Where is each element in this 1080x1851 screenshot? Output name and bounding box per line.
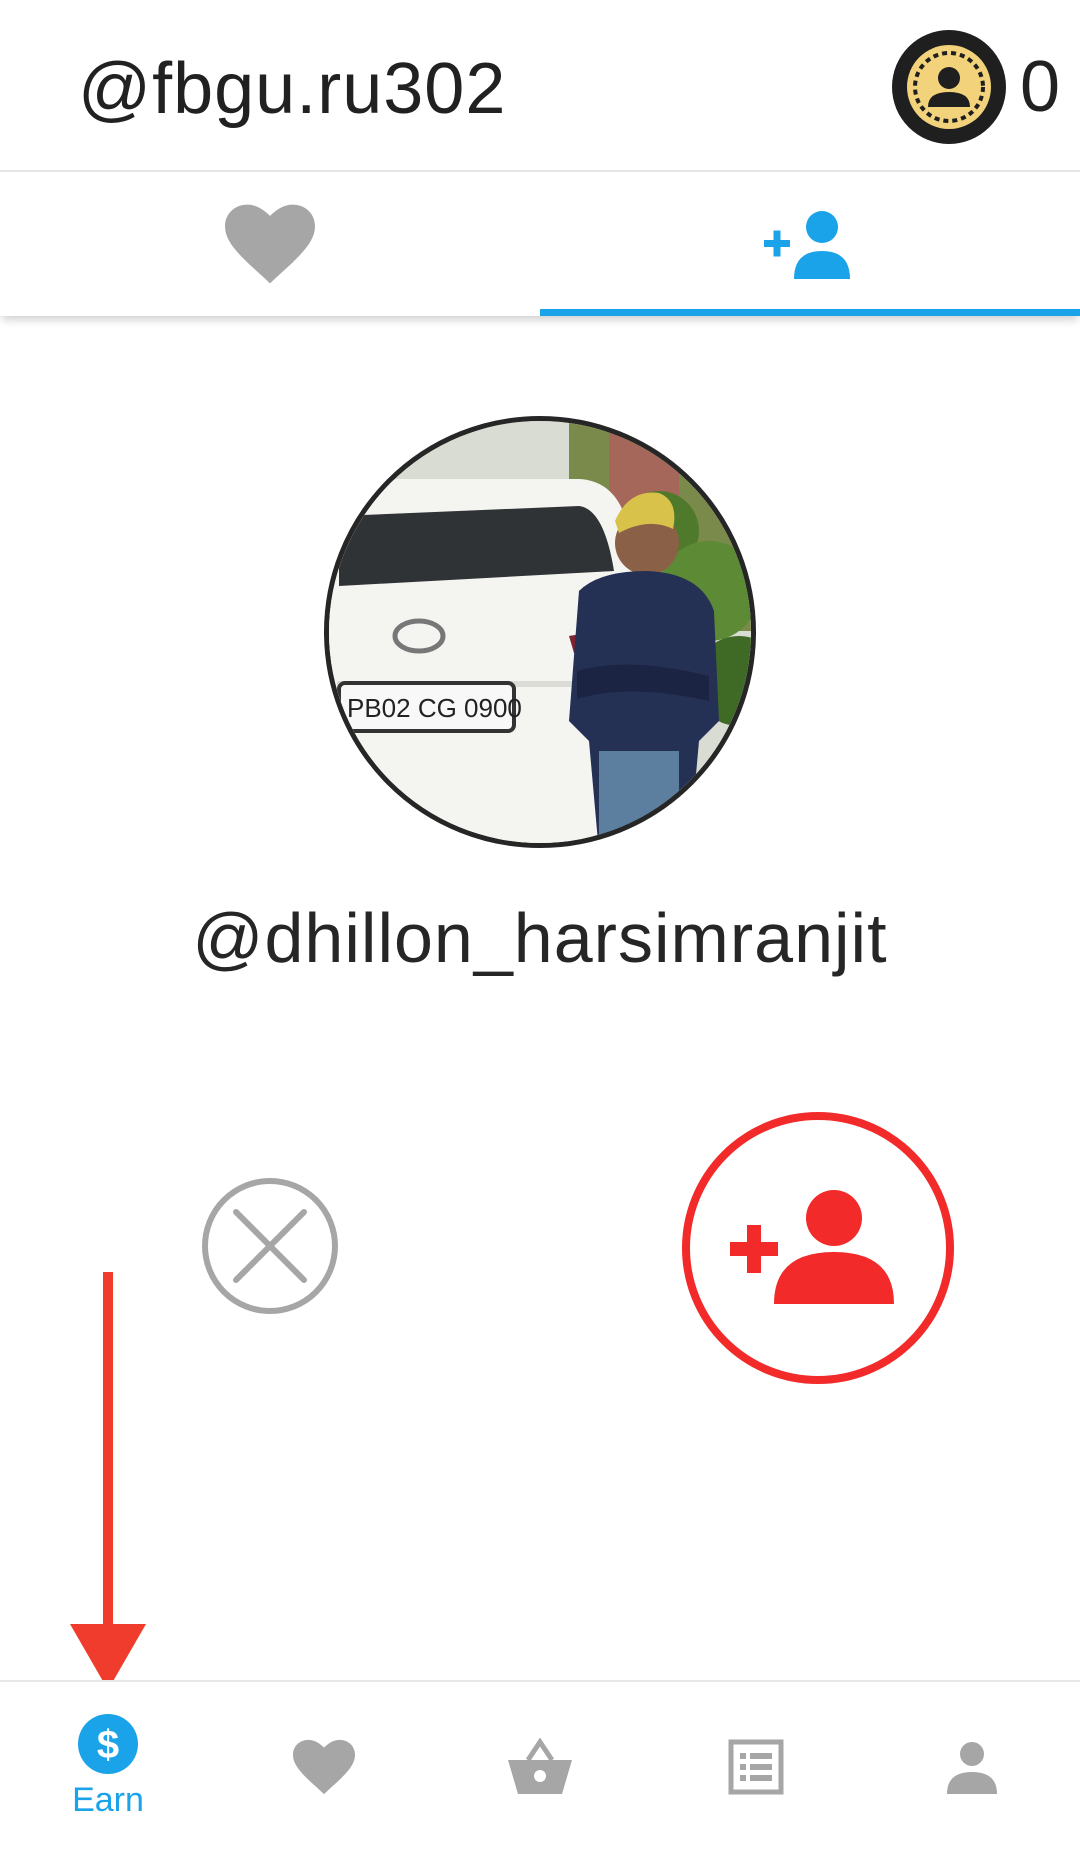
dollar-icon: $ — [78, 1714, 138, 1774]
nav-profile[interactable] — [864, 1682, 1080, 1851]
nav-earn-label: Earn — [72, 1781, 144, 1819]
nav-orders[interactable] — [648, 1682, 864, 1851]
nav-earn[interactable]: $ Earn — [0, 1682, 216, 1851]
top-bar: @fbgu.ru302 0 — [0, 0, 1080, 172]
heart-icon — [293, 1739, 355, 1794]
tab-follow[interactable] — [540, 172, 1080, 316]
svg-text:$: $ — [97, 1723, 119, 1767]
coin-user-icon — [891, 30, 1006, 144]
tab-likes[interactable] — [0, 172, 540, 316]
person-icon — [947, 1741, 997, 1794]
annotation-arrow-icon — [70, 1272, 146, 1690]
plate-text: PB02 CG 0900 — [347, 693, 522, 723]
mode-tabs — [0, 172, 1080, 316]
nav-likes[interactable] — [216, 1682, 432, 1851]
follow-button[interactable] — [680, 1110, 956, 1386]
heart-icon — [225, 204, 315, 284]
skip-button[interactable] — [200, 1176, 340, 1316]
basket-icon — [508, 1737, 572, 1794]
coin-balance[interactable]: 0 — [891, 30, 1060, 144]
add-person-icon — [764, 211, 850, 279]
coin-count: 0 — [1019, 47, 1060, 127]
add-person-icon — [682, 1112, 954, 1384]
account-username: @fbgu.ru302 — [78, 49, 507, 129]
close-circle-icon — [202, 1178, 338, 1314]
nav-shop[interactable] — [432, 1682, 648, 1851]
bottom-navigation: $ Earn — [0, 1680, 1080, 1851]
app-screen: @fbgu.ru302 0 PB02 CG 0900 @dhillon_hars… — [0, 0, 1080, 1851]
profile-avatar: PB02 CG 0900 — [324, 416, 756, 848]
list-icon — [728, 1739, 784, 1794]
profile-username: @dhillon_harsimranjit — [192, 899, 888, 977]
